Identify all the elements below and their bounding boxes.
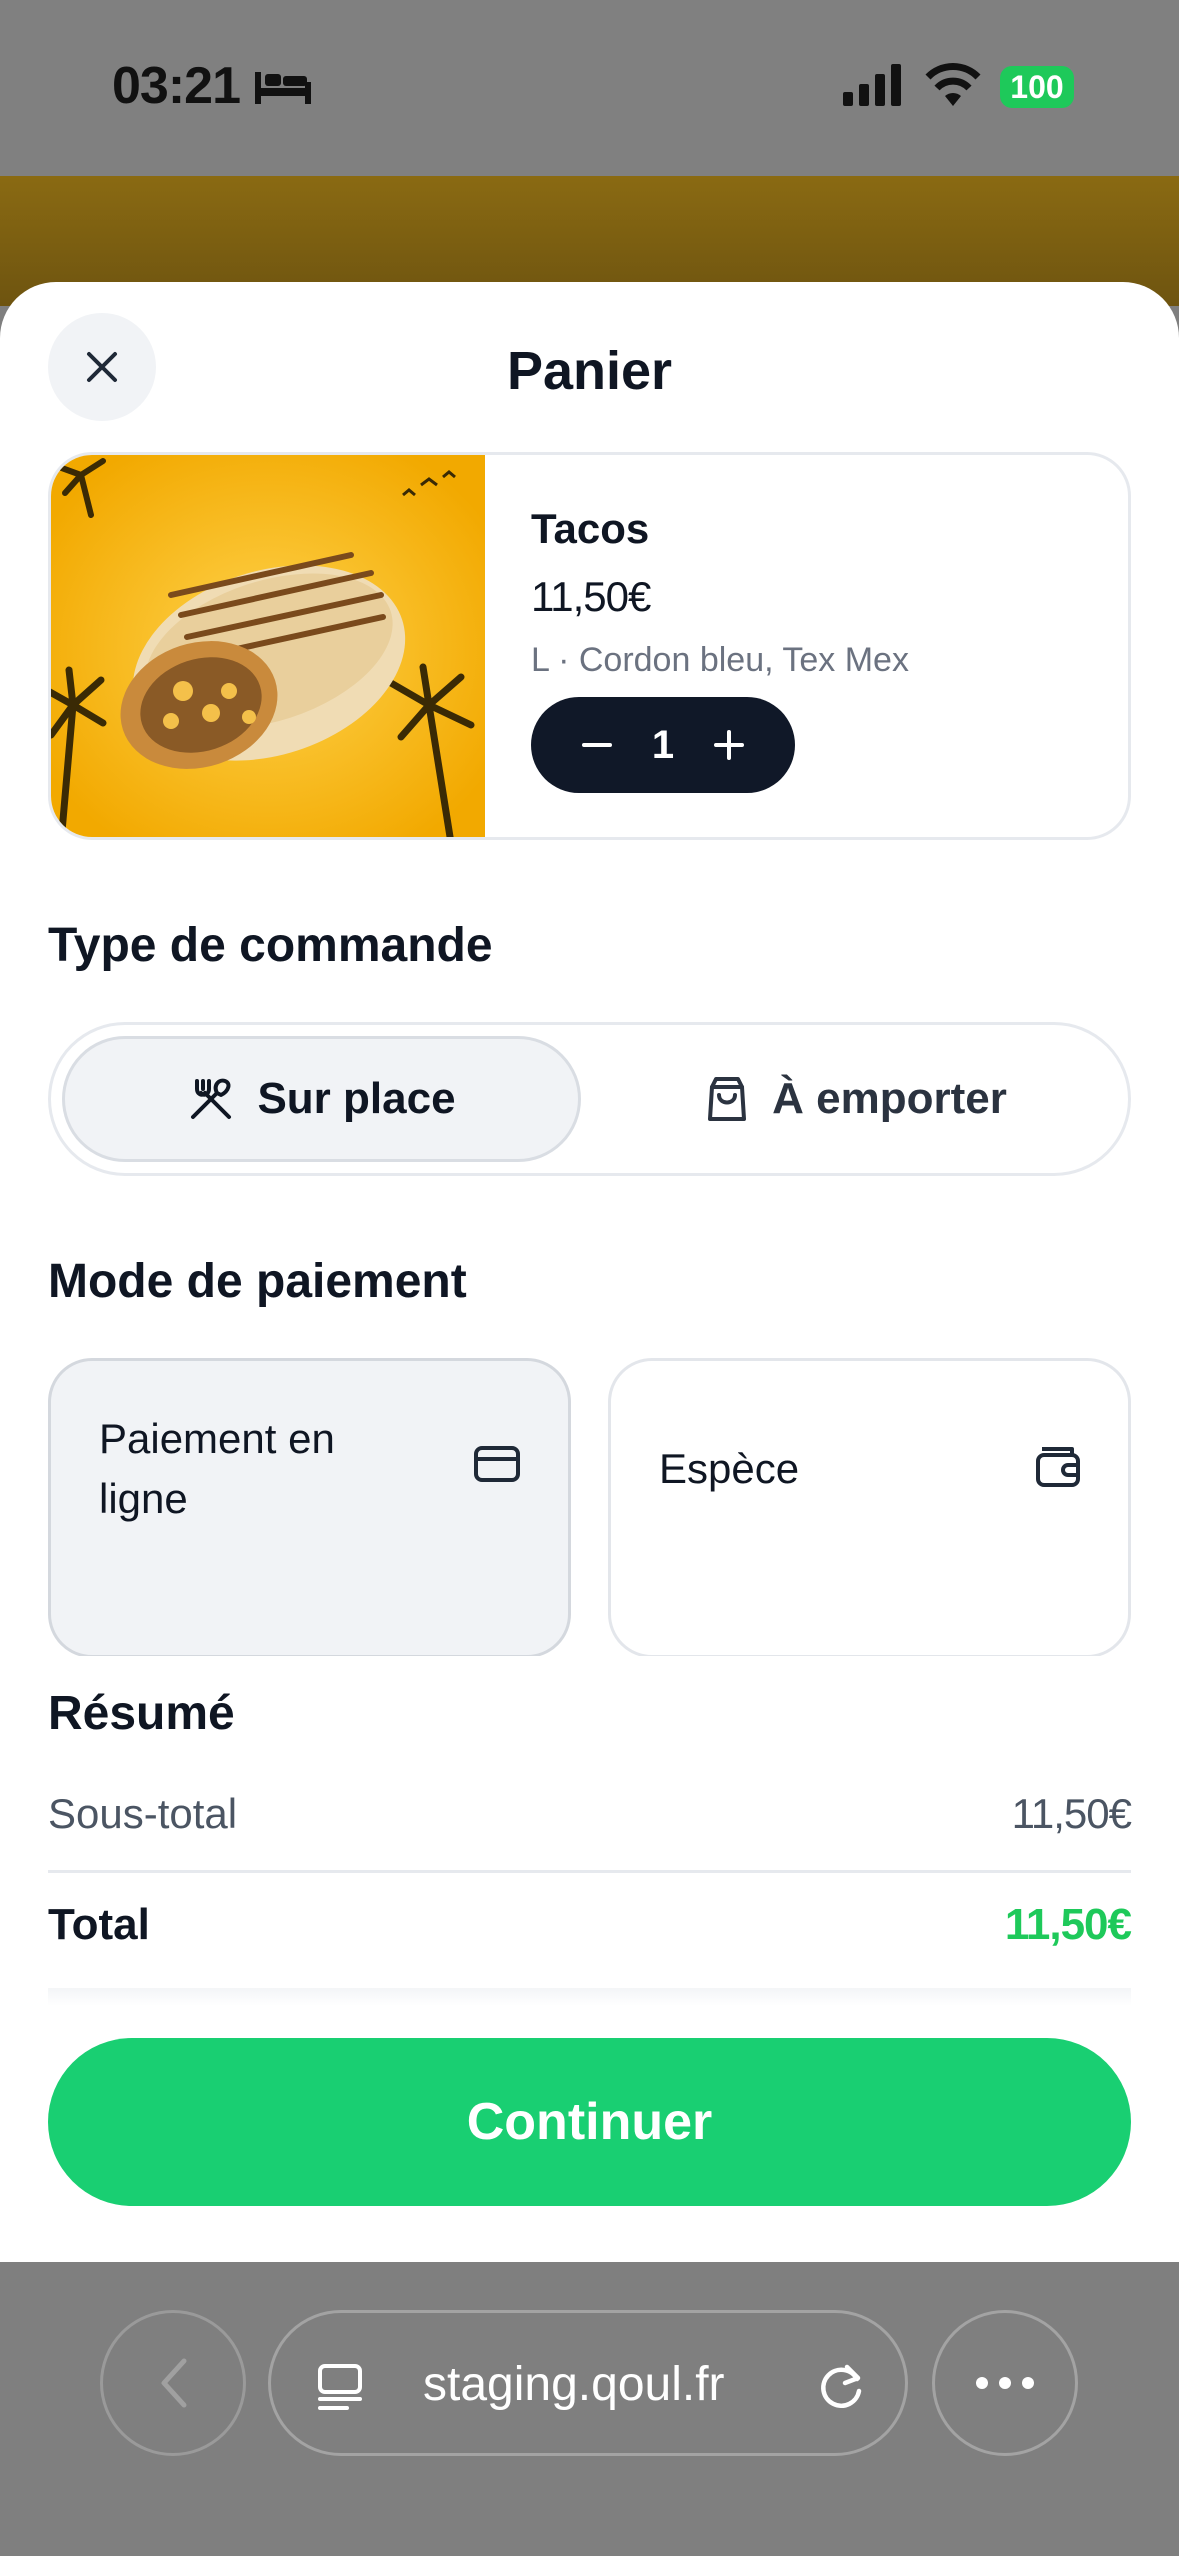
payment-option-online[interactable]: Paiement en ligne <box>48 1358 571 1658</box>
quantity-stepper: 1 <box>531 697 795 793</box>
wifi-icon <box>925 63 981 106</box>
quantity-value: 1 <box>651 722 675 767</box>
order-type-takeaway-label: À emporter <box>772 1074 1007 1123</box>
credit-card-icon <box>474 1446 520 1482</box>
order-type-heading: Type de commande <box>48 919 493 972</box>
item-options: L · Cordon bleu, Tex Mex <box>531 641 909 679</box>
order-type-dine-in[interactable]: Sur place <box>62 1036 581 1162</box>
browser-back-button[interactable] <box>100 2310 246 2456</box>
order-type-takeaway[interactable]: À emporter <box>596 1036 1115 1162</box>
address-bar[interactable]: staging.qoul.fr <box>268 2310 908 2456</box>
status-time: 03:21 <box>112 57 241 115</box>
utensils-crossed-icon <box>191 1078 232 1119</box>
plus-icon <box>714 730 744 760</box>
order-type-dine-in-label: Sur place <box>257 1074 456 1123</box>
summary-separator <box>48 1988 1131 2006</box>
more-horizontal-icon <box>976 2377 1034 2389</box>
more-options-button[interactable] <box>932 2310 1078 2456</box>
item-price: 11,50€ <box>531 573 651 620</box>
cellular-signal-icon <box>843 64 901 106</box>
summary-divider <box>48 1870 1131 1873</box>
order-type-selector: Sur place À emporter <box>48 1022 1131 1176</box>
total-label: Total <box>48 1900 150 1949</box>
page-title: Panier <box>506 341 673 401</box>
payment-option-cash[interactable]: Espèce <box>608 1358 1131 1658</box>
subtotal-value: 11,50€ <box>1011 1790 1132 1837</box>
bed-icon <box>255 72 311 104</box>
url-text: staging.qoul.fr <box>423 2358 725 2411</box>
browser-toolbar: staging.qoul.fr <box>0 2262 1179 2556</box>
subtotal-label: Sous-total <box>48 1790 238 1837</box>
item-name: Tacos <box>531 505 650 552</box>
summary-heading: Résumé <box>48 1687 235 1740</box>
reload-icon[interactable] <box>817 2361 867 2411</box>
payment-option-cash-label: Espèce <box>659 1445 800 1492</box>
wallet-icon <box>1036 1447 1080 1487</box>
product-image <box>51 455 485 837</box>
payment-option-online-label: Paiement en ligne <box>99 1415 335 1522</box>
payment-mode-heading: Mode de paiement <box>48 1255 467 1308</box>
battery-badge: 100 <box>1000 66 1074 108</box>
shopping-bag-icon <box>708 1077 747 1121</box>
status-bar: 03:21 100 <box>0 0 1179 176</box>
chevron-left-icon <box>161 2358 187 2408</box>
total-value: 11,50€ <box>1004 1900 1132 1949</box>
tab-overview-icon <box>318 2364 362 2410</box>
minus-icon <box>582 743 612 747</box>
order-summary: Résumé Sous-total 11,50€ Total 11,50€ Co… <box>0 1656 1179 2262</box>
continue-button[interactable]: Continuer <box>48 2038 1131 2206</box>
cart-sheet: Panier Tacos 11,50€ L · Cordon bleu, Tex… <box>0 282 1179 2262</box>
cart-item-card: Tacos 11,50€ L · Cordon bleu, Tex Mex 1 <box>48 452 1131 840</box>
increase-quantity-button[interactable] <box>707 723 751 767</box>
decrease-quantity-button[interactable] <box>575 723 619 767</box>
